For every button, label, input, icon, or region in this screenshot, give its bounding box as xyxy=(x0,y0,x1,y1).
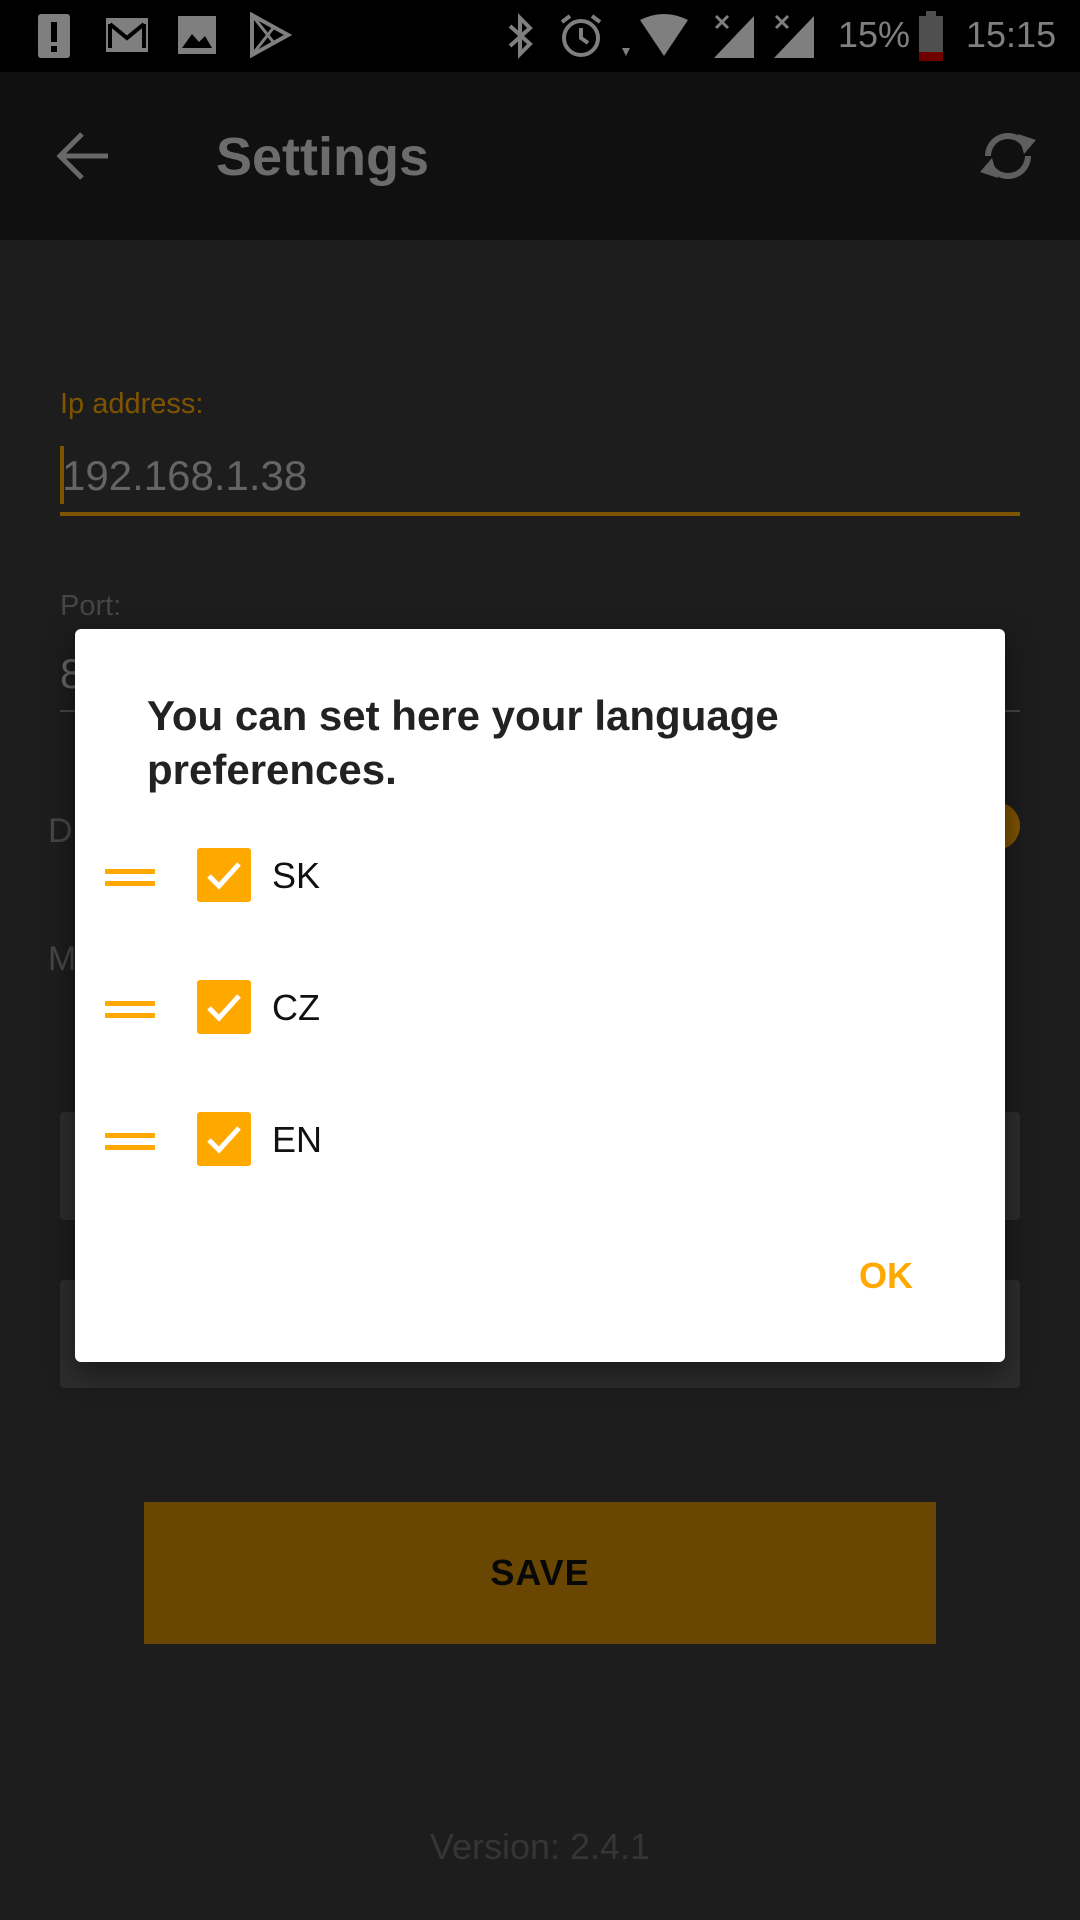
checkmark-icon xyxy=(207,1126,241,1154)
checkbox-sk[interactable] xyxy=(197,848,251,902)
screen: 15% 15:15 Settings Ip address: 192.168.1… xyxy=(0,0,1080,1920)
checkbox-cz[interactable] xyxy=(197,980,251,1034)
drag-handle-icon[interactable] xyxy=(105,863,155,893)
dialog-title: You can set here your language preferenc… xyxy=(147,692,779,793)
language-row-cz[interactable]: CZ xyxy=(75,965,1005,1055)
language-label-en: EN xyxy=(272,1119,323,1160)
checkbox-en[interactable] xyxy=(197,1112,251,1166)
drag-handle-icon[interactable] xyxy=(105,1127,155,1157)
language-label-sk: SK xyxy=(272,855,321,896)
drag-handle-icon[interactable] xyxy=(105,995,155,1025)
language-label-cz: CZ xyxy=(272,987,320,1028)
language-row-en[interactable]: EN xyxy=(75,1097,1005,1187)
checkmark-icon xyxy=(207,862,241,890)
ok-button[interactable]: OK xyxy=(859,1255,913,1297)
language-row-sk[interactable]: SK xyxy=(75,833,1005,923)
language-dialog: You can set here your language preferenc… xyxy=(75,629,1005,1362)
checkmark-icon xyxy=(207,994,241,1022)
